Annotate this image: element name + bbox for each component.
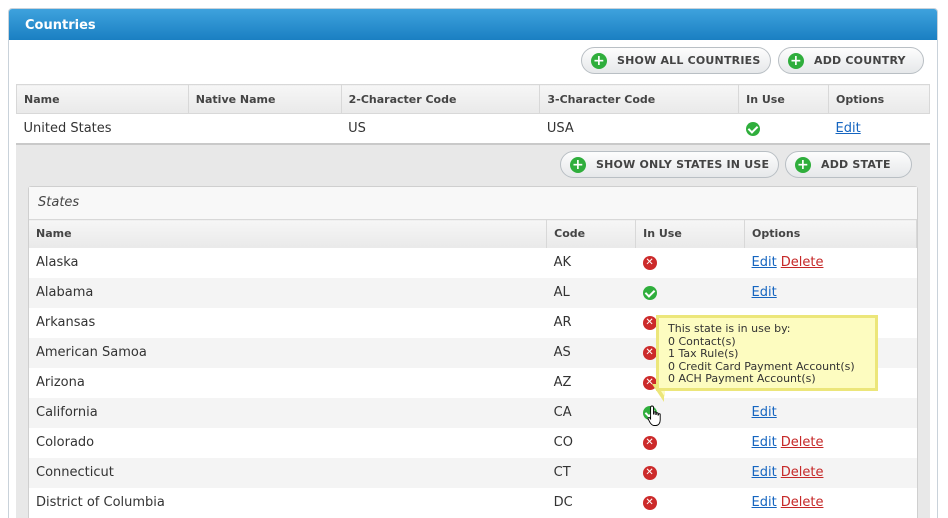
col-code2: 2-Character Code: [341, 84, 541, 114]
state-code: AL: [546, 277, 636, 308]
country-native-name: [188, 114, 341, 144]
delete-state-link[interactable]: Delete: [781, 465, 824, 480]
x-icon: ✕: [642, 465, 657, 480]
hand-cursor-icon: [647, 405, 661, 426]
table-row: Alabama AL Edit: [29, 277, 917, 308]
tooltip-line: 0 ACH Payment Account(s): [668, 372, 816, 385]
edit-state-link[interactable]: Edit: [752, 465, 777, 480]
state-code: AS: [546, 337, 636, 368]
col-code3: 3-Character Code: [539, 84, 740, 114]
col-state-code: Code: [546, 219, 637, 248]
state-code: AZ: [553, 375, 572, 390]
col-state-options: Options: [744, 219, 917, 248]
panel-title: Countries: [9, 9, 937, 40]
col-in-use: In Use: [738, 84, 830, 114]
table-row: Alaska AK ✕ Edit Delete: [29, 248, 917, 278]
state-options: Edit: [744, 277, 917, 308]
col-state-name: Name: [29, 219, 548, 248]
country-code3: USA: [546, 121, 574, 137]
show-all-countries-label: SHOW ALL COUNTRIES: [617, 54, 761, 67]
edit-state-link[interactable]: Edit: [752, 405, 777, 420]
state-code: CO: [553, 435, 573, 450]
x-icon: ✕: [642, 315, 657, 330]
in-use-tooltip: This state is in use by: 0 Contact(s) 1 …: [656, 315, 878, 391]
state-options: Edit: [744, 397, 917, 428]
edit-state-link[interactable]: Edit: [752, 285, 777, 300]
state-name: California: [29, 397, 547, 428]
add-state-button[interactable]: + ADD STATE: [785, 151, 912, 178]
country-code2: US: [348, 121, 366, 137]
state-in-use-cell: ✕: [636, 248, 745, 278]
check-icon[interactable]: [745, 121, 760, 136]
country-in-use-cell: [739, 114, 829, 144]
edit-state-link[interactable]: Edit: [752, 435, 777, 450]
col-options: Options: [828, 84, 930, 114]
countries-header-row: Name Native Name 2-Character Code 3-Char…: [16, 84, 930, 114]
state-name: American Samoa: [29, 337, 547, 368]
show-all-countries-button[interactable]: + SHOW ALL COUNTRIES: [581, 47, 771, 74]
edit-state-link[interactable]: Edit: [752, 255, 777, 270]
delete-state-link[interactable]: Delete: [781, 495, 824, 510]
delete-state-link[interactable]: Delete: [781, 435, 824, 450]
state-code: AK: [553, 255, 572, 270]
col-native-name: Native Name: [188, 84, 342, 114]
state-name: Connecticut: [29, 457, 547, 488]
table-row: Colorado CO ✕ Edit Delete: [29, 428, 917, 458]
state-code: CA: [546, 397, 636, 428]
table-row: California CA Edit: [29, 397, 917, 428]
states-title: States: [29, 187, 917, 219]
x-icon: ✕: [642, 345, 657, 360]
state-name: Arizona: [36, 375, 85, 390]
col-name: Name: [16, 84, 189, 114]
delete-state-link[interactable]: Delete: [781, 255, 824, 270]
state-code: AR: [553, 315, 572, 330]
table-row: Connecticut CT ✕ Edit Delete: [29, 457, 917, 488]
show-only-states-in-use-button[interactable]: + SHOW ONLY STATES IN USE: [560, 151, 779, 178]
add-country-label: ADD COUNTRY: [814, 54, 906, 67]
state-options: Edit Delete: [745, 248, 917, 278]
show-only-states-label: SHOW ONLY STATES IN USE: [596, 158, 770, 171]
col-state-in-use: In Use: [635, 219, 746, 248]
state-in-use-cell: ✕: [635, 457, 745, 488]
country-options: Edit: [829, 114, 930, 144]
edit-country-link[interactable]: Edit: [836, 121, 861, 136]
state-name: Alaska: [36, 255, 79, 270]
add-state-label: ADD STATE: [821, 158, 891, 171]
table-row: District of Columbia DC ✕ Edit Delete: [29, 488, 917, 518]
state-name: Colorado: [36, 435, 95, 450]
x-icon: ✕: [642, 435, 657, 450]
country-name: United States: [23, 121, 112, 137]
table-row: United States US USA Edit: [17, 114, 930, 144]
x-icon: ✕: [642, 495, 657, 510]
add-country-button[interactable]: + ADD COUNTRY: [778, 47, 924, 74]
state-name: Arkansas: [36, 315, 96, 330]
state-in-use-cell: ✕: [636, 428, 745, 458]
tooltip-line: 1 Tax Rule(s): [668, 347, 739, 360]
states-header-row: Name Code In Use Options: [29, 219, 917, 248]
state-code: DC: [553, 495, 573, 510]
edit-state-link[interactable]: Edit: [752, 495, 777, 510]
check-icon[interactable]: [642, 285, 657, 300]
state-options: Edit Delete: [745, 428, 917, 458]
tooltip-heading: This state is in use by:: [668, 322, 791, 335]
x-icon: ✕: [642, 255, 657, 270]
state-in-use-cell: ✕: [636, 488, 745, 518]
state-name: Alabama: [29, 277, 547, 308]
plus-icon: +: [788, 52, 804, 69]
state-options: Edit Delete: [745, 488, 917, 518]
plus-icon: +: [795, 156, 811, 173]
state-code: CT: [546, 457, 636, 488]
state-in-use-cell: [635, 277, 745, 308]
countries-table: Name Native Name 2-Character Code 3-Char…: [16, 84, 930, 144]
state-name: District of Columbia: [36, 495, 165, 510]
state-options: Edit Delete: [744, 457, 917, 488]
plus-icon: +: [570, 156, 586, 173]
plus-icon: +: [591, 52, 607, 69]
